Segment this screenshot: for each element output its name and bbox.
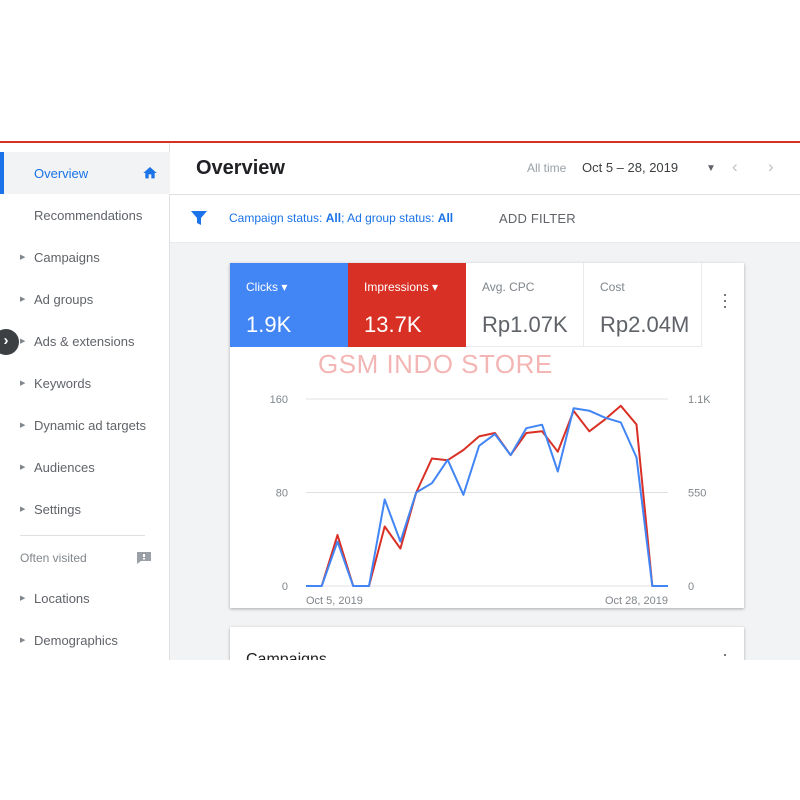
sidebar-item-ad-groups[interactable]: ▶ Ad groups: [0, 278, 170, 320]
sidebar-item-overview[interactable]: Overview: [0, 152, 170, 194]
metric-label-text: Clicks: [246, 280, 278, 294]
ad-group-status-value: All: [437, 211, 454, 225]
expand-arrow-icon: ▶: [20, 637, 26, 644]
metric-clicks-label: Clicks ▾: [246, 280, 287, 294]
y-left-tick-label: 0: [282, 581, 288, 593]
feedback-icon[interactable]: [136, 551, 152, 565]
sidebar-item-keywords[interactable]: ▶ Keywords: [0, 362, 170, 404]
date-range-picker[interactable]: Oct 5 – 28, 2019: [582, 160, 678, 175]
sidebar-item-label: Audiences: [34, 459, 95, 475]
expand-arrow-icon: ▶: [20, 506, 26, 513]
y-left-tick-label: 80: [276, 488, 288, 500]
all-time-label: All time: [527, 161, 567, 175]
expand-arrow-icon: ▶: [20, 595, 26, 602]
metric-avg-cpc-value: Rp1.07K: [482, 312, 568, 337]
y-right-tick-label: 550: [688, 488, 706, 500]
expand-arrow-icon: ▶: [20, 338, 26, 345]
often-visited-label: Often visited: [20, 551, 87, 565]
metric-avg-cpc-label: Avg. CPC: [482, 280, 535, 294]
watermark-text: GSM INDO STORE: [318, 349, 553, 379]
page-header: Overview All time Oct 5 – 28, 2019 ▼ ‹ ›: [170, 143, 800, 195]
metric-cost-label: Cost: [600, 280, 625, 294]
sidebar-item-label: Campaigns: [34, 249, 100, 265]
filter-bar: Campaign status: All; Ad group status: A…: [170, 195, 800, 243]
more-options-icon[interactable]: ···: [722, 645, 728, 660]
add-filter-button[interactable]: ADD FILTER: [499, 211, 576, 226]
caret-down-icon: ▾: [432, 280, 439, 294]
metric-clicks-value: 1.9K: [246, 312, 292, 337]
sidebar-item-label: Ads & extensions: [34, 333, 135, 349]
sidebar-item-label: Ad groups: [34, 291, 94, 307]
metric-cost-value: Rp2.04M: [600, 312, 690, 337]
metric-label-text: Impressions: [364, 280, 429, 294]
caret-down-icon[interactable]: ▼: [706, 163, 716, 174]
sidebar-item-label: Keywords: [34, 375, 92, 391]
y-right-tick-label: 0: [688, 581, 694, 593]
sidebar: Overview Recommendations ▶ Campaigns ▶ A…: [0, 143, 170, 660]
campaigns-card-title: Campaigns: [246, 651, 327, 660]
sidebar-item-label: Demographics: [34, 632, 118, 648]
campaigns-card: Campaigns ···: [230, 627, 744, 660]
sidebar-item-dynamic-ad-targets[interactable]: ▶ Dynamic ad targets: [0, 404, 170, 446]
more-options-icon[interactable]: ···: [722, 285, 728, 315]
caret-down-icon: ▾: [281, 280, 288, 294]
sidebar-item-campaigns[interactable]: ▶ Campaigns: [0, 236, 170, 278]
expand-arrow-icon: ▶: [20, 422, 26, 429]
expand-arrow-icon: ▶: [20, 380, 26, 387]
performance-line-chart: 160 1.1K 80 550 0 0 Oct 5, 2019 Oct 28, 2019: [270, 394, 712, 607]
x-tick-label: Oct 28, 2019: [605, 595, 668, 607]
ad-group-status-label: ; Ad group status:: [341, 211, 438, 225]
metric-avg-cpc-tile[interactable]: Avg. CPC Rp1.07K: [466, 263, 584, 347]
campaign-status-label: Campaign status:: [229, 211, 326, 225]
filter-summary[interactable]: Campaign status: All; Ad group status: A…: [229, 211, 453, 225]
sidebar-item-recommendations[interactable]: Recommendations: [0, 194, 170, 236]
metric-impressions-tile[interactable]: Impressions ▾ 13.7K: [348, 263, 466, 347]
metric-impressions-value: 13.7K: [364, 312, 422, 337]
often-visited-header: Often visited: [20, 551, 160, 569]
metric-clicks-tile[interactable]: Clicks ▾ 1.9K: [230, 263, 348, 347]
sidebar-item-audiences[interactable]: ▶ Audiences: [0, 446, 170, 488]
metric-impressions-label: Impressions ▾: [364, 280, 438, 294]
sidebar-item-settings[interactable]: ▶ Settings: [0, 488, 170, 530]
expand-arrow-icon: ▶: [20, 296, 26, 303]
sidebar-item-label: Recommendations: [34, 207, 143, 223]
sidebar-divider: [20, 535, 145, 536]
y-right-tick-label: 1.1K: [688, 394, 711, 406]
home-icon: [143, 167, 157, 179]
sidebar-item-label: Overview: [34, 165, 89, 181]
sidebar-item-label: Settings: [34, 501, 81, 517]
chevron-left-icon[interactable]: ‹: [732, 157, 738, 177]
overview-performance-card: Clicks ▾ 1.9K Impressions ▾ 13.7K Avg. C…: [230, 263, 744, 608]
sidebar-item-label: Dynamic ad targets: [34, 417, 146, 433]
expand-arrow-icon: ▶: [20, 254, 26, 261]
sidebar-item-demographics[interactable]: ▶ Demographics: [0, 619, 170, 660]
series-line-impressions: [306, 404, 668, 587]
expand-arrow-icon: ▶: [20, 464, 26, 471]
campaign-status-value: All: [325, 211, 342, 225]
chevron-right-icon: ›: [3, 332, 9, 349]
sidebar-item-ads-extensions[interactable]: ▶ Ads & extensions: [0, 320, 170, 362]
app-frame: Overview Recommendations ▶ Campaigns ▶ A…: [0, 141, 800, 660]
y-left-tick-label: 160: [270, 394, 288, 406]
x-tick-label: Oct 5, 2019: [306, 595, 363, 607]
page-title: Overview: [196, 157, 285, 179]
filter-icon[interactable]: [191, 210, 207, 226]
sidebar-item-label: Locations: [34, 590, 90, 606]
sidebar-item-locations[interactable]: ▶ Locations: [0, 577, 170, 619]
chevron-right-icon[interactable]: ›: [768, 157, 774, 177]
metric-cost-tile[interactable]: Cost Rp2.04M: [584, 263, 702, 347]
